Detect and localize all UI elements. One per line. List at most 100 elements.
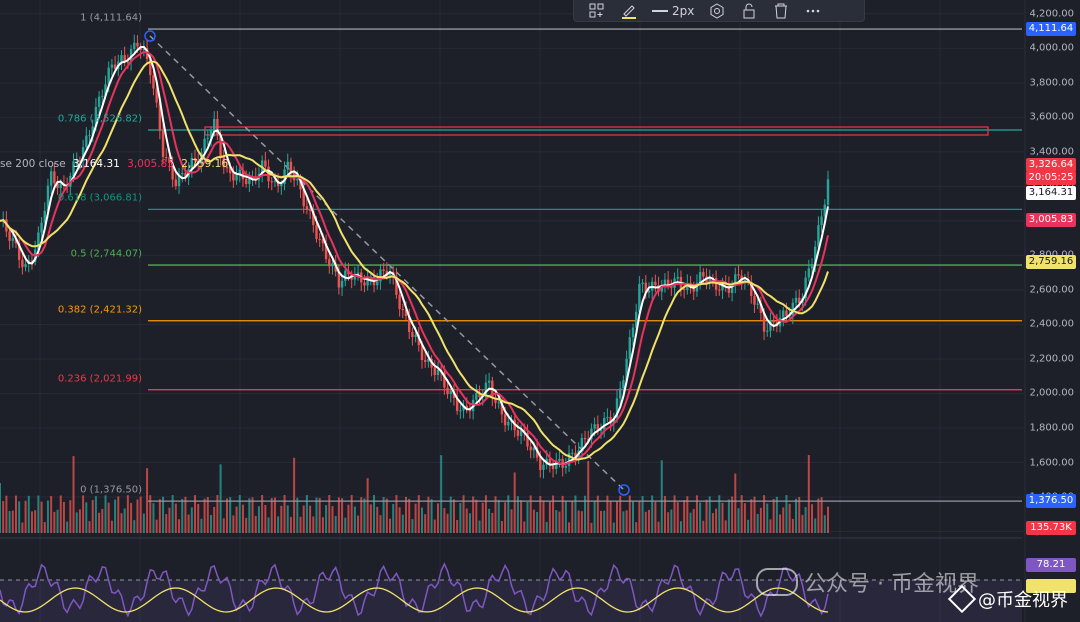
line-width-label: 2px bbox=[672, 3, 695, 18]
candle-body bbox=[331, 263, 334, 267]
volume-bar bbox=[341, 498, 344, 533]
volume-bar bbox=[753, 496, 756, 533]
chart-canvas[interactable] bbox=[0, 0, 1080, 622]
volume-bar bbox=[593, 501, 596, 533]
candle-body bbox=[564, 465, 568, 468]
volume-bar bbox=[56, 509, 59, 533]
candle-body bbox=[120, 55, 123, 62]
candle-body bbox=[308, 209, 312, 211]
candle-body bbox=[423, 360, 427, 362]
volume-bar bbox=[468, 513, 471, 533]
y-tick-label: 3,400.00 bbox=[1029, 146, 1074, 158]
volume-bar bbox=[369, 504, 372, 533]
volume-bar bbox=[456, 520, 459, 533]
y-tick-label: 2,600.00 bbox=[1029, 284, 1074, 296]
volume-bar bbox=[568, 522, 571, 533]
candle-body bbox=[212, 119, 216, 131]
volume-bar bbox=[225, 498, 228, 533]
volume-bar bbox=[187, 514, 190, 533]
volume-bar bbox=[296, 497, 299, 533]
candle-body bbox=[436, 369, 440, 376]
volume-bar bbox=[315, 497, 318, 533]
ma-legend-value-yellow: 2,759.16 bbox=[181, 158, 229, 170]
resistance-box[interactable] bbox=[204, 126, 989, 136]
candle-body bbox=[411, 331, 414, 338]
volume-bar bbox=[747, 519, 750, 533]
candle-body bbox=[126, 61, 130, 63]
volume-bar bbox=[30, 511, 33, 533]
object-tree-icon[interactable] bbox=[588, 2, 606, 20]
volume-bar bbox=[545, 521, 548, 533]
volume-bar bbox=[759, 507, 762, 533]
volume-bar bbox=[481, 502, 484, 533]
volume-bar bbox=[101, 508, 104, 533]
volume-bar bbox=[478, 520, 481, 533]
more-icon[interactable] bbox=[804, 2, 822, 20]
volume-bar bbox=[219, 464, 222, 533]
wechat-icon bbox=[756, 568, 798, 596]
volume-bar bbox=[798, 496, 801, 533]
candle-body bbox=[203, 138, 206, 153]
volume-bar bbox=[280, 505, 283, 533]
volume-bar bbox=[727, 499, 730, 533]
volume-bar bbox=[705, 499, 708, 533]
volume-bar bbox=[587, 460, 590, 533]
volume-bar bbox=[580, 511, 583, 533]
volume-bar bbox=[245, 517, 248, 533]
volume-bar bbox=[779, 514, 782, 533]
color-picker-icon[interactable] bbox=[620, 2, 638, 20]
candle-body bbox=[136, 42, 139, 47]
volume-bar bbox=[616, 500, 619, 533]
volume-bar bbox=[657, 521, 660, 533]
volume-bar bbox=[382, 497, 385, 533]
volume-bar bbox=[827, 506, 829, 533]
volume-bar bbox=[392, 504, 395, 533]
volume-bar bbox=[2, 501, 5, 533]
candle-body bbox=[53, 171, 56, 184]
volume-bar bbox=[254, 515, 257, 533]
candle-body bbox=[398, 294, 401, 310]
candle-body bbox=[414, 334, 417, 338]
volume-bar bbox=[408, 498, 411, 533]
candle-body bbox=[698, 272, 702, 283]
candle-body bbox=[542, 464, 545, 470]
volume-bar bbox=[165, 514, 168, 533]
candle-body bbox=[475, 392, 478, 400]
volume-bar bbox=[513, 472, 516, 533]
price-tag: 3,164.31 bbox=[1026, 185, 1076, 200]
fib-level-label: 0.618 (3,066.81) bbox=[57, 192, 142, 204]
volume-bar bbox=[27, 495, 30, 533]
volume-bar bbox=[676, 502, 679, 533]
candle-body bbox=[766, 330, 769, 332]
volume-bar bbox=[184, 496, 187, 533]
volume-bar bbox=[631, 501, 634, 533]
volume-bar bbox=[427, 496, 430, 533]
volume-bar bbox=[72, 456, 75, 533]
volume-bar bbox=[46, 500, 49, 533]
volume-bar bbox=[136, 499, 139, 533]
volume-bar bbox=[152, 503, 155, 533]
candle-body bbox=[619, 388, 622, 399]
ma-legend-value-red: 3,005.83 bbox=[127, 158, 174, 170]
volume-bar bbox=[123, 508, 126, 533]
volume-bar bbox=[197, 503, 200, 533]
candle-body bbox=[85, 135, 88, 148]
lock-icon[interactable] bbox=[740, 2, 758, 20]
volume-bar bbox=[433, 519, 436, 533]
candle-body bbox=[507, 421, 510, 426]
line-width-selector[interactable]: 2px bbox=[652, 4, 694, 18]
delete-icon[interactable] bbox=[772, 2, 790, 20]
volume-bar bbox=[299, 516, 302, 533]
volume-bar bbox=[571, 501, 574, 533]
volume-bar bbox=[679, 521, 682, 533]
settings-icon[interactable] bbox=[708, 2, 726, 20]
y-tick-label: 3,600.00 bbox=[1029, 111, 1074, 123]
volume-bar bbox=[459, 503, 462, 533]
volume-bar bbox=[302, 505, 305, 533]
volume-bar bbox=[411, 519, 414, 533]
candle-body bbox=[280, 184, 283, 187]
fibonacci-retracement[interactable] bbox=[148, 28, 1022, 502]
candle-body bbox=[382, 269, 385, 271]
candle-body bbox=[782, 310, 785, 318]
candle-body bbox=[133, 42, 136, 49]
